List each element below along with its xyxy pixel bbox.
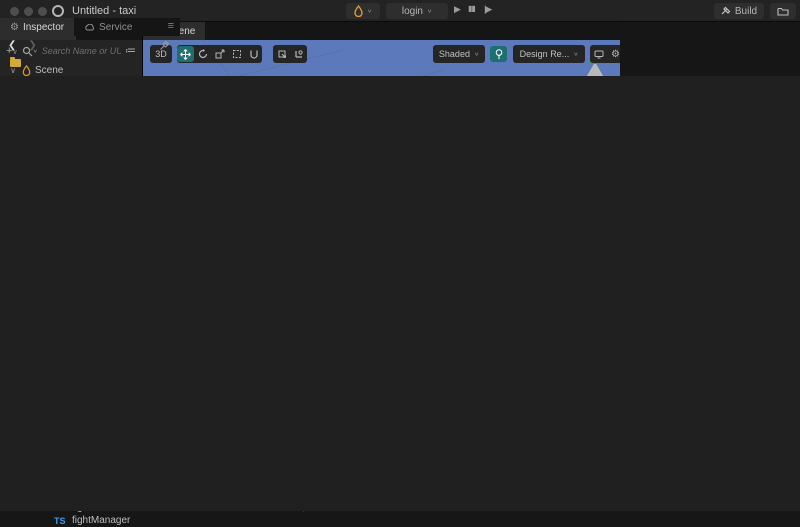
tab-label: Service [99, 22, 132, 33]
build-icon [721, 6, 731, 16]
service-icon [84, 24, 95, 31]
camera-preview-button[interactable] [590, 46, 607, 62]
inspector-nav: ❮ ❯ [0, 36, 180, 54]
open-project-folder-button[interactable] [770, 3, 796, 19]
app-logo-icon [52, 5, 64, 17]
camera-toolgroup: ⚙ [590, 45, 620, 63]
pause-button[interactable]: ▮▮ [468, 4, 475, 13]
window-close-button[interactable] [10, 7, 19, 16]
build-button[interactable]: Build [714, 3, 764, 19]
transform-gizmo-button[interactable] [245, 46, 262, 62]
chevron-down-icon: ∨ [367, 8, 372, 14]
typescript-icon: TS [54, 516, 68, 526]
shading-mode-dropdown[interactable]: Shaded ∨ [433, 45, 485, 63]
pin-icon[interactable] [159, 40, 170, 51]
build-label: Build [735, 6, 757, 17]
panel-menu-icon[interactable]: ≡ [168, 20, 174, 32]
tab-label: Inspector [23, 22, 64, 33]
window-title: Untitled - taxi [72, 5, 136, 17]
launch-scene-value: login [402, 6, 423, 17]
pivot-position-button[interactable] [273, 46, 290, 62]
transform-toolgroup [177, 45, 262, 63]
rotate-tool-button[interactable] [194, 46, 211, 62]
design-resolution-dropdown[interactable]: Design Re... ∨ [513, 45, 585, 63]
forward-button[interactable]: ❯ [28, 40, 36, 51]
inspector-panel: ⚙ Inspector Service ≡ ❮ ❯ assets [0, 18, 180, 507]
scene-settings-button[interactable]: ⚙ [607, 46, 620, 62]
tab-inspector[interactable]: ⚙ Inspector [0, 18, 74, 36]
play-button[interactable]: ▶ [454, 4, 460, 15]
window-minimize-button[interactable] [24, 7, 33, 16]
pivot-toolgroup [273, 45, 307, 63]
pivot-rotation-button[interactable] [290, 46, 307, 62]
tab-service[interactable]: Service [74, 18, 142, 36]
platform-dropdown[interactable]: ∨ [346, 3, 380, 19]
lightbulb-icon [495, 49, 503, 60]
scale-tool-button[interactable] [211, 46, 228, 62]
folder-icon [10, 59, 21, 67]
expand-arrow-icon[interactable]: ∨ [8, 66, 18, 75]
launch-scene-dropdown[interactable]: login ∨ [386, 3, 448, 19]
rect-tool-button[interactable] [228, 46, 245, 62]
inspector-body [0, 76, 800, 511]
flame-icon [354, 5, 363, 17]
back-button[interactable]: ❮ [8, 40, 16, 51]
scene-light-toggle[interactable] [490, 46, 507, 62]
asset-label: fightManager [72, 515, 130, 526]
shading-value: Shaded [439, 49, 470, 59]
scene-flame-icon [22, 65, 31, 76]
tree-script[interactable]: TS fightManager [0, 514, 142, 527]
folder-icon [777, 7, 789, 16]
window-zoom-button[interactable] [38, 7, 47, 16]
chevron-down-icon: ∨ [427, 8, 432, 14]
node-label: Scene [35, 65, 63, 76]
step-button[interactable]: |▶ [484, 4, 491, 15]
scene-tabbar: Scene [143, 22, 620, 40]
resolution-value: Design Re... [520, 49, 570, 59]
gear-icon: ⚙ [10, 22, 19, 33]
